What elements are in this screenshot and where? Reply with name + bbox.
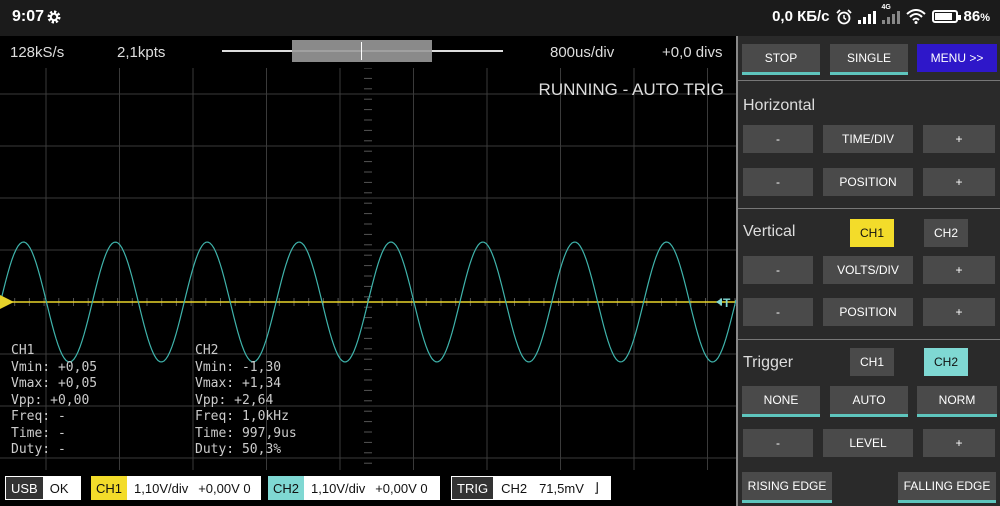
usb-status: USB OK [5,476,81,500]
measure-time: Time: - [11,425,66,441]
graticule [0,68,736,506]
measure-vmin: Vmin: -1,30 [195,359,282,375]
h-position-increase-button[interactable]: + [923,168,995,196]
menu-button[interactable]: MENU >> [917,44,997,72]
trigger-level-increase-button[interactable]: + [923,429,995,457]
ch1-ground-marker[interactable] [0,295,14,309]
measure-vmax: Vmax: +1,34 [195,376,282,391]
ch2-measurements: CH2 Vmin: -1,30 Vmax: +1,34 Vpp: +2,64 F… [195,343,297,459]
scope-info-bar: 128kS/s 2,1kpts 800us/div +0,0 divs [0,36,736,68]
gear-icon[interactable] [46,9,62,25]
measure-vpp: Vpp: +0,00 [11,392,90,408]
trigger-marker-label: T [723,296,731,310]
battery-icon [931,10,961,23]
volts-div-decrease-button[interactable]: - [743,256,813,284]
signal-icon [857,10,876,24]
ch2-offset: +0,00V 0 [375,480,428,496]
time-div-label[interactable]: TIME/DIV [823,125,913,153]
trig-source: CH2 [501,480,528,496]
trig-tag: TRIG [451,476,495,500]
v-position-increase-button[interactable]: + [923,298,995,326]
horizontal-position: +0,0 divs [662,44,723,61]
control-panel: STOP SINGLE MENU >> Horizontal - TIME/DI… [736,36,1000,506]
time-div-increase-button[interactable]: + [923,125,995,153]
time-div-decrease-button[interactable]: - [743,125,813,153]
h-position-decrease-button[interactable]: - [743,168,813,196]
divider [738,208,1000,209]
scope-display[interactable]: 128kS/s 2,1kpts 800us/div +0,0 divs T RU… [0,36,736,506]
point-count: 2,1kpts [117,44,166,61]
measure-duty: Duty: - [11,442,66,457]
status-bar: 9:07 0,0 КБ/с 4G 86% [0,0,1000,36]
clock: 9:07 [12,8,45,25]
v-position-decrease-button[interactable]: - [743,298,813,326]
ch1-status[interactable]: CH1 1,10V/div +0,00V 0 [91,476,261,500]
divider [738,80,1000,81]
trigger-none-button[interactable]: NONE [742,386,820,417]
measure-freq: Freq: - [11,409,66,424]
timeline-cursor [361,42,362,60]
network-type-label: 4G [881,3,891,11]
rising-edge-button[interactable]: RISING EDGE [742,472,832,503]
battery-percent: 86% [963,8,990,25]
ch1-measurements-title: CH1 [11,343,35,358]
vertical-title: Vertical [743,223,796,240]
trigger-level-marker[interactable] [716,298,722,306]
trigger-ch2-button[interactable]: CH2 [924,348,968,376]
run-status: RUNNING - AUTO TRIG [538,80,724,99]
vertical-ch2-button[interactable]: CH2 [924,219,968,247]
stop-button[interactable]: STOP [742,44,820,75]
waveform-canvas[interactable]: T [0,68,736,506]
measure-vmin: Vmin: +0,05 [11,359,98,375]
sample-rate: 128kS/s [10,44,65,61]
h-position-label[interactable]: POSITION [823,168,913,196]
usb-value: OK [49,480,69,496]
trigger-auto-button[interactable]: AUTO [830,386,908,417]
vertical-ch1-button[interactable]: CH1 [850,219,894,247]
volts-div-increase-button[interactable]: + [923,256,995,284]
time-per-div: 800us/div [550,44,615,61]
single-button[interactable]: SINGLE [830,44,908,75]
ch1-vdiv: 1,10V/div [134,480,189,496]
ch2-vdiv: 1,10V/div [311,480,366,496]
usb-tag: USB [5,476,44,500]
measure-vmax: Vmax: +0,05 [11,376,98,391]
measure-vpp: Vpp: +2,64 [195,392,274,408]
falling-edge-button[interactable]: FALLING EDGE [898,472,996,503]
trigger-level-decrease-button[interactable]: - [743,429,813,457]
measure-time: Time: 997,9us [195,425,297,441]
graticule-ticks [0,68,736,506]
ch2-status[interactable]: CH2 1,10V/div +0,00V 0 [268,476,440,500]
trigger-norm-button[interactable]: NORM [917,386,997,417]
ch2-measurements-title: CH2 [195,343,219,358]
ch1-tag: CH1 [91,476,128,500]
trigger-ch1-button[interactable]: CH1 [850,348,894,376]
timeline-viewport[interactable] [292,40,432,62]
signal-4g-icon: 4G [881,4,900,24]
trigger-status[interactable]: TRIG CH2 71,5mV ⌋ [451,476,611,500]
bottom-status-bar: USB OK CH1 1,10V/div +0,00V 0 CH2 1,10V/… [0,470,736,506]
v-position-label[interactable]: POSITION [823,298,913,326]
ch2-tag: CH2 [268,476,305,500]
wifi-icon [905,9,926,24]
trigger-title: Trigger [743,354,794,371]
trig-level: 71,5mV [539,480,584,496]
net-speed: 0,0 КБ/с [772,8,830,25]
measure-duty: Duty: 50,3% [195,442,282,457]
trigger-level-label[interactable]: LEVEL [823,429,913,457]
volts-div-label[interactable]: VOLTS/DIV [823,256,913,284]
ch1-offset: +0,00V 0 [198,480,251,496]
divider [738,339,1000,340]
measure-freq: Freq: 1,0kHz [195,409,289,424]
horizontal-title: Horizontal [743,97,816,114]
ch1-measurements: CH1 Vmin: +0,05 Vmax: +0,05 Vpp: +0,00 F… [11,343,97,459]
alarm-icon [835,8,852,24]
trig-edge-icon: ⌋ [593,480,599,495]
